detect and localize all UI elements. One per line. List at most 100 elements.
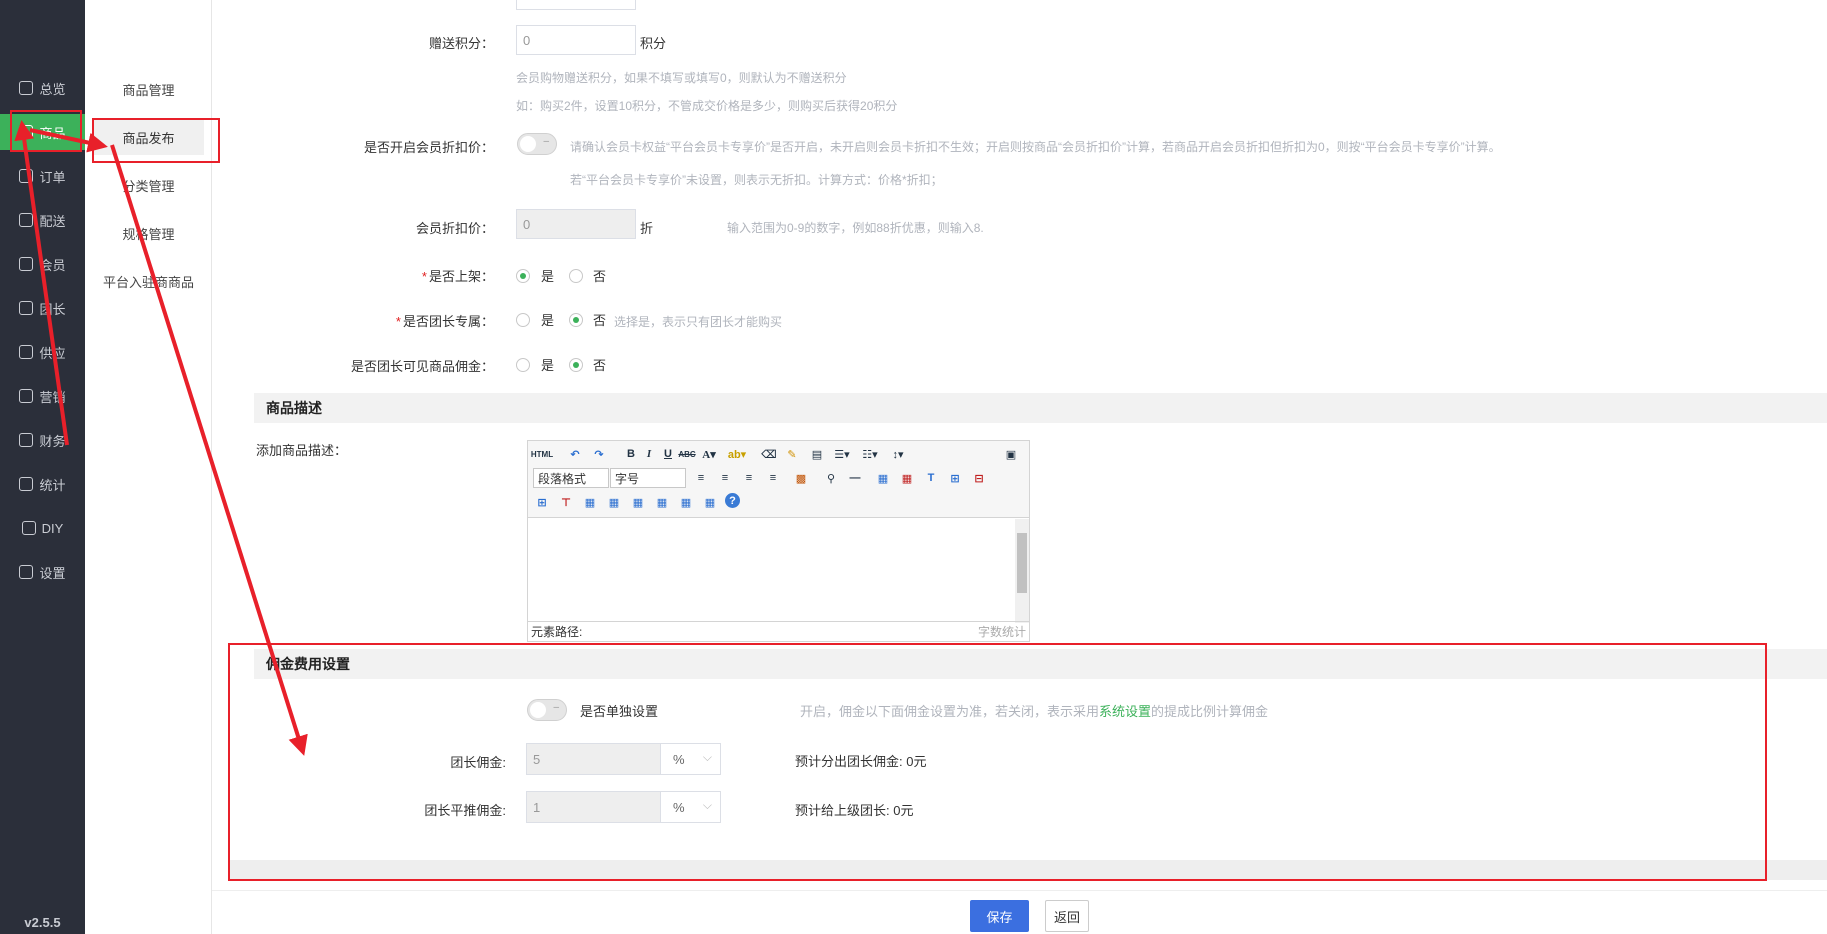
highlight-icon[interactable]: ab▾ [728,445,746,463]
eraser-icon[interactable]: ⌫ [760,445,778,463]
nav-item-overview[interactable]: 总览 [0,70,85,106]
insert-col-icon[interactable]: ⊞ [533,493,551,511]
editor-content-area[interactable] [528,519,1013,623]
leader-exclusive-no-radio[interactable] [569,313,583,327]
font-size-select[interactable]: 字号 [610,468,686,488]
on-shelf-yes-radio[interactable] [516,269,530,283]
member-discount-hint-1: 请确认会员卡权益“平台会员卡专享价”是否开启，未开启则会员卡折扣不生效；开启则按… [570,140,1501,154]
paste-text-icon[interactable]: ▤ [808,445,826,463]
delete-table-icon[interactable]: ▦ [898,469,916,487]
commission-visible-no-radio[interactable] [569,358,583,372]
ordered-list-icon[interactable]: ☰▾ [833,445,851,463]
nav-item-label: DIY [41,520,64,536]
line-height-icon[interactable]: ↕▾ [889,445,907,463]
subnav-category-management[interactable]: 分类管理 [93,167,204,203]
html-source-icon[interactable]: HTML [531,445,553,463]
subnav-spec-management[interactable]: 规格管理 [93,215,204,251]
bold-icon[interactable]: B [622,445,640,463]
required-mark: * [395,314,401,329]
discount-price-input[interactable]: 0 [516,209,636,239]
description-section-header: 商品描述 [254,393,1827,423]
separate-commission-toggle[interactable]: – [527,699,567,721]
italic-icon[interactable]: I [640,445,658,463]
commission-visible-yes-radio[interactable] [516,358,530,372]
editor-scrollbar[interactable] [1015,519,1029,623]
fullscreen-icon[interactable]: ▣ [1002,445,1020,463]
on-shelf-no-text: 否 [593,269,607,284]
hint-suffix: 的提成比例计算佣金 [1151,704,1269,719]
nav-item-settings[interactable]: 设置 [0,554,85,590]
split-cells-icon[interactable]: ▦ [653,493,671,511]
nav-item-marketing[interactable]: 营销 [0,378,85,414]
insert-image-icon[interactable]: ▩ [792,469,810,487]
previous-input[interactable] [516,0,636,10]
points-hint-2: 如：购买2件，设置10积分，不管成交价格是多少，则购买后获得20积分 [516,99,898,113]
editor-toolbar: HTML ↶ ↷ B I U ABC A▾ ab▾ ⌫ ✎ ▤ ☰▾ ☷▾ ↕▾… [528,441,1029,518]
points-label: 赠送积分： [428,36,494,51]
nav-item-orders[interactable]: 订单 [0,158,85,194]
format-brush-icon[interactable]: ✎ [783,445,801,463]
commission-visible-no-text: 否 [593,358,607,373]
align-right-icon[interactable]: ≡ [740,469,758,487]
search-replace-icon[interactable]: ⚲ [822,469,840,487]
referral-commission-input[interactable]: 1 [526,791,661,823]
separate-commission-hint: 开启，佣金以下面佣金设置为准，若关闭，表示采用系统设置的提成比例计算佣金 [800,701,1268,720]
merge-down-icon[interactable]: ▦ [629,493,647,511]
points-input[interactable]: 0 [516,25,636,55]
underline-icon[interactable]: U [659,445,677,463]
member-discount-toggle[interactable]: – [517,133,557,155]
nav-item-label: 统计 [39,477,66,493]
points-unit: 积分 [640,36,667,51]
insert-table-icon[interactable]: ▦ [874,469,892,487]
align-justify-icon[interactable]: ≡ [764,469,782,487]
nav-item-members[interactable]: 会员 [0,246,85,282]
hint-prefix: 开启，佣金以下面佣金设置为准，若关闭，表示采用 [800,704,1100,719]
split-cols-icon[interactable]: ▦ [701,493,719,511]
system-settings-link[interactable]: 系统设置 [1099,704,1151,719]
strikethrough-icon[interactable]: ABC [678,445,696,463]
align-left-icon[interactable]: ≡ [692,469,710,487]
leader-exclusive-no-text: 否 [593,313,607,328]
nav-item-delivery[interactable]: 配送 [0,202,85,238]
nav-item-leaders[interactable]: 团长 [0,290,85,326]
align-center-icon[interactable]: ≡ [716,469,734,487]
nav-item-statistics[interactable]: 统计 [0,466,85,502]
unordered-list-icon[interactable]: ☷▾ [861,445,879,463]
undo-icon[interactable]: ↶ [566,445,584,463]
save-button[interactable]: 保存 [970,900,1029,932]
merge-right-icon[interactable]: ▦ [605,493,623,511]
merge-cells-icon[interactable]: ▦ [581,493,599,511]
discount-unit: 折 [640,221,654,236]
help-icon[interactable]: ? [725,493,740,508]
insert-row-icon[interactable]: ⊞ [946,469,964,487]
leader-icon [19,301,34,315]
horizontal-rule-icon[interactable]: — [846,469,864,487]
leader-exclusive-hint: 选择是，表示只有团长才能购买 [614,315,783,329]
back-button[interactable]: 返回 [1045,900,1089,932]
nav-item-supply[interactable]: 供应 [0,334,85,370]
main-nav: 总览 商品 订单 配送 会员 团长 供应 营销 财务 统计 DIY 设置 v2.… [0,0,85,934]
subnav-goods-management[interactable]: 商品管理 [93,71,204,107]
description-label: 添加商品描述： [256,443,348,458]
referral-commission-estimate: 预计给上级团长: 0元 [795,803,914,818]
leader-exclusive-yes-radio[interactable] [516,313,530,327]
paragraph-format-select[interactable]: 段落格式 [533,468,609,488]
delete-col-icon[interactable]: ⊤ [557,493,575,511]
separate-commission-label: 是否单独设置 [580,704,659,719]
subnav-platform-merchant-goods[interactable]: 平台入驻商商品 [93,263,204,299]
delete-row-icon[interactable]: ⊟ [970,469,988,487]
nav-item-diy[interactable]: DIY [0,510,85,546]
referral-commission-unit-select[interactable]: % ⌵ [660,791,721,823]
subnav-goods-publish[interactable]: 商品发布 [93,119,204,155]
nav-item-finance[interactable]: 财务 [0,422,85,458]
font-color-icon[interactable]: A▾ [700,445,718,463]
leader-commission-unit-select[interactable]: % ⌵ [660,743,721,775]
gift-icon [19,389,34,403]
split-rows-icon[interactable]: ▦ [677,493,695,511]
on-shelf-label-text: 是否上架： [428,269,494,284]
leader-commission-input[interactable]: 5 [526,743,661,775]
on-shelf-no-radio[interactable] [569,269,583,283]
redo-icon[interactable]: ↷ [590,445,608,463]
nav-item-goods[interactable]: 商品 [0,114,85,150]
insert-caption-icon[interactable]: T [922,469,940,487]
